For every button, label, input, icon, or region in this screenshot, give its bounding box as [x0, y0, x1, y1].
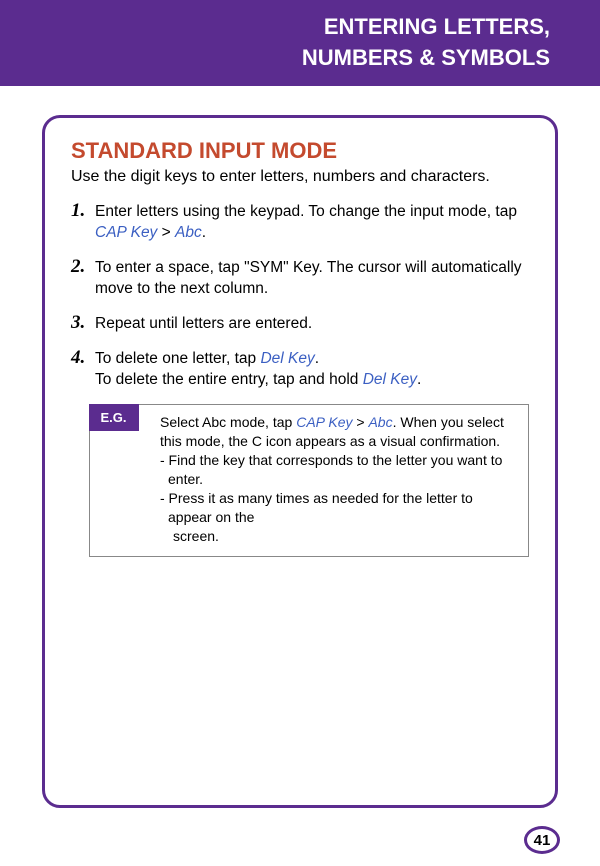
step-number: 3.: [71, 312, 93, 334]
step-2: 2. To enter a space, tap "SYM" Key. The …: [71, 258, 529, 300]
step-text: Repeat until letters are entered.: [95, 314, 312, 335]
example-bullet: - Find the key that corresponds to the l…: [160, 451, 516, 489]
step-text: To enter a space, tap "SYM" Key. The cur…: [95, 258, 529, 300]
example-bullet: - Press it as many times as needed for t…: [160, 489, 516, 527]
abc-ref: Abc: [175, 224, 202, 241]
cap-key-ref: CAP Key: [296, 414, 352, 430]
step-number: 2.: [71, 256, 93, 278]
content-panel: STANDARD INPUT MODE Use the digit keys t…: [42, 115, 558, 808]
abc-ref: Abc: [368, 414, 392, 430]
del-key-ref: Del Key: [363, 371, 417, 388]
del-key-ref: Del Key: [260, 350, 314, 367]
example-bullet-cont: screen.: [160, 527, 516, 546]
step-number: 1.: [71, 200, 93, 222]
example-text: Select Abc mode, tap CAP Key > Abc. When…: [160, 413, 516, 545]
cap-key-ref: CAP Key: [95, 224, 157, 241]
page-number: 41: [524, 826, 560, 854]
step-number: 4.: [71, 347, 93, 369]
page-header: ENTERING LETTERS, NUMBERS & SYMBOLS: [0, 0, 600, 86]
example-box: E.G. Select Abc mode, tap CAP Key > Abc.…: [89, 404, 529, 556]
section-title: STANDARD INPUT MODE: [71, 138, 529, 164]
step-1: 1. Enter letters using the keypad. To ch…: [71, 202, 529, 244]
example-badge: E.G.: [89, 404, 139, 431]
header-line-2: NUMBERS & SYMBOLS: [0, 43, 550, 74]
header-line-1: ENTERING LETTERS,: [0, 12, 550, 43]
step-4: 4. To delete one letter, tap Del Key. To…: [71, 349, 529, 391]
intro-text: Use the digit keys to enter letters, num…: [71, 168, 529, 186]
step-text: Enter letters using the keypad. To chang…: [95, 202, 529, 244]
step-text: To delete one letter, tap Del Key. To de…: [95, 349, 421, 391]
step-3: 3. Repeat until letters are entered.: [71, 314, 529, 335]
